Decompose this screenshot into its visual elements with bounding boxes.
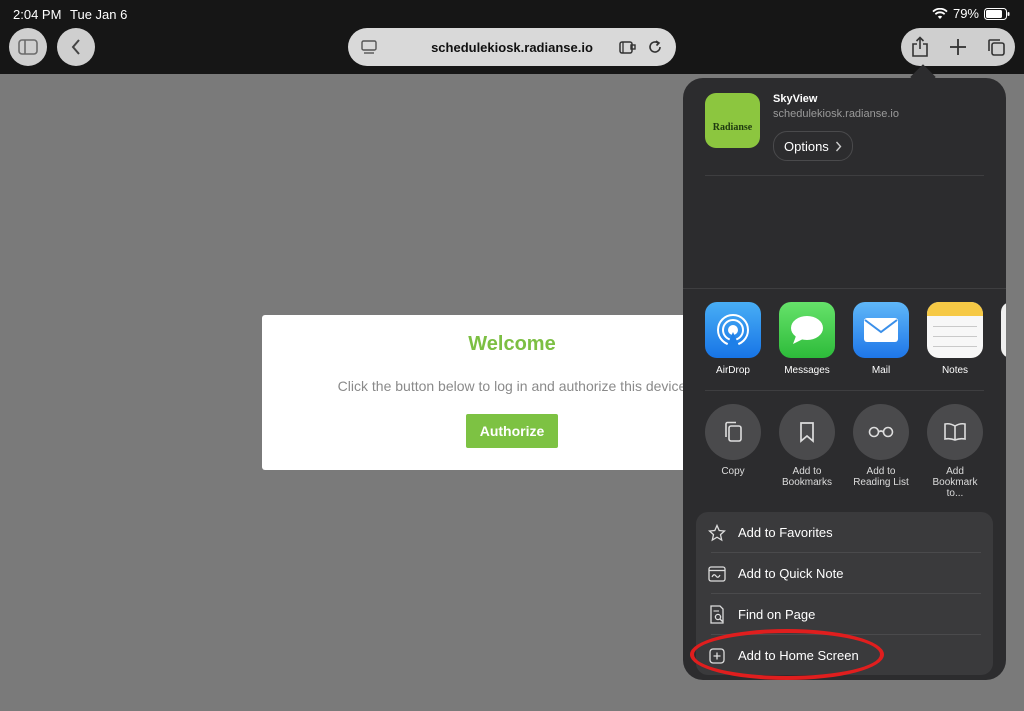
action-label: Add to Bookmarks: [781, 466, 832, 488]
share-sheet: Radianse SkyView schedulekiosk.radianse.…: [683, 78, 1006, 680]
divider: [705, 390, 984, 391]
share-app-label: Notes: [941, 365, 969, 376]
battery-percent: 79%: [952, 6, 979, 21]
site-logo-text: Radianse: [712, 122, 753, 133]
share-app-messages[interactable]: Messages: [779, 302, 835, 376]
reload-icon[interactable]: [647, 39, 663, 55]
copy-icon: [705, 404, 761, 460]
tabs-overview-button[interactable]: [977, 28, 1015, 66]
site-icon: Radianse: [705, 93, 760, 148]
options-label: Options: [784, 138, 829, 154]
more-apps-peek[interactable]: [1001, 302, 1006, 358]
list-item-label: Find on Page: [738, 607, 816, 622]
new-tab-button[interactable]: [939, 28, 977, 66]
bookmark-icon: [779, 404, 835, 460]
sidebar-icon: [18, 39, 38, 55]
highlight-annotation: [690, 629, 884, 680]
chevron-left-icon: [71, 39, 80, 55]
star-icon: [708, 523, 726, 541]
action-add-bookmarks[interactable]: Add to Bookmarks: [776, 404, 838, 488]
share-app-mail[interactable]: Mail: [853, 302, 909, 376]
action-label: Copy: [721, 466, 745, 477]
extension-icon[interactable]: [618, 39, 636, 55]
plus-icon: [950, 39, 966, 55]
list-item-add-to-favorites[interactable]: Add to Favorites: [696, 512, 993, 553]
wifi-icon: [932, 7, 948, 19]
list-item-add-to-quick-note[interactable]: Add to Quick Note: [696, 553, 993, 594]
share-app-label: AirDrop: [716, 365, 750, 376]
share-app-label: Messages: [784, 365, 830, 376]
battery-icon: [984, 7, 1010, 20]
action-add-bookmark-to[interactable]: Add Bookmark to...: [924, 404, 986, 499]
action-copy[interactable]: Copy: [702, 404, 764, 477]
status-date: Tue Jan 6: [70, 7, 128, 22]
list-item-label: Add to Quick Note: [738, 566, 844, 581]
share-app-notes[interactable]: Notes: [927, 302, 983, 376]
mail-icon: [853, 302, 909, 358]
quick-note-icon: [708, 565, 726, 582]
share-app-name: SkyView: [773, 93, 818, 105]
status-indicators: 79%: [932, 6, 1010, 21]
notes-icon: [927, 302, 983, 358]
share-app-label: Mail: [871, 365, 891, 376]
chevron-right-icon: [835, 141, 842, 151]
find-on-page-icon: [710, 604, 724, 624]
divider: [705, 175, 984, 176]
messages-icon: [779, 302, 835, 358]
book-icon: [927, 404, 983, 460]
toolbar-actions: [901, 28, 1015, 66]
browser-toolbar: 2:04 PM Tue Jan 6 79% schedulekiosk.radi: [0, 0, 1024, 74]
action-label: Add Bookmark to...: [932, 466, 978, 499]
share-icon: [912, 36, 928, 57]
divider: [683, 288, 1006, 289]
list-item-label: Add to Favorites: [738, 525, 833, 540]
tabs-icon: [988, 39, 1005, 56]
status-time: 2:04 PM: [13, 7, 62, 22]
airdrop-icon: [705, 302, 761, 358]
share-button[interactable]: [901, 28, 939, 66]
authorize-button[interactable]: Authorize: [465, 414, 559, 448]
sidebar-button[interactable]: [9, 28, 47, 66]
address-bar[interactable]: schedulekiosk.radianse.io: [348, 28, 676, 66]
options-button[interactable]: Options: [773, 131, 853, 161]
share-app-url: schedulekiosk.radianse.io: [773, 108, 899, 120]
share-preview-area: [705, 178, 984, 286]
action-add-reading-list[interactable]: Add to Reading List: [850, 404, 912, 488]
share-app-airdrop[interactable]: AirDrop: [705, 302, 761, 376]
list-item-find-on-page[interactable]: Find on Page: [696, 594, 993, 635]
glasses-icon: [853, 404, 909, 460]
back-button[interactable]: [57, 28, 95, 66]
action-label: Add to Reading List: [853, 466, 909, 488]
